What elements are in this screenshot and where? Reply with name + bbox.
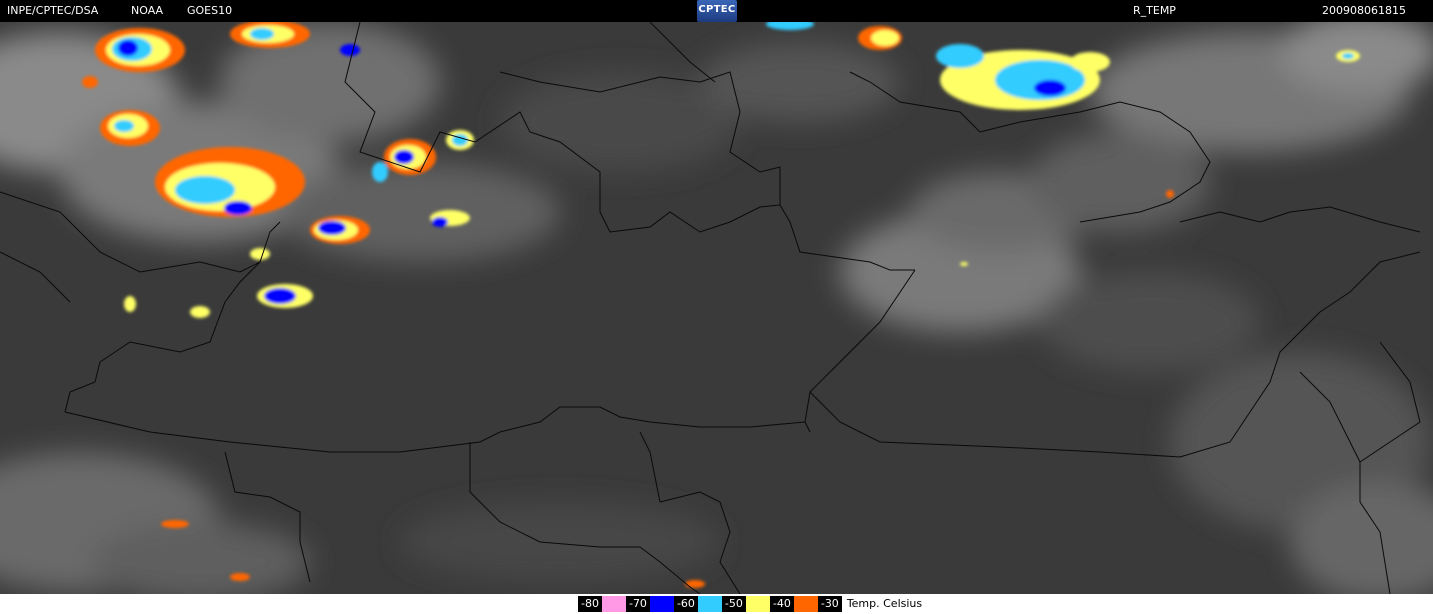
legend-bar: -80 -70 -60 -50 -40 -30 Temp. Celsius <box>0 594 1433 614</box>
cptec-logo: CPTEC <box>697 0 737 22</box>
timestamp-label: 200908061815 <box>1322 4 1406 17</box>
legend-swatch-cyan <box>697 596 722 612</box>
legend-label-minus80: -80 <box>578 596 602 612</box>
legend-label-minus30: -30 <box>817 596 842 612</box>
agency-label: NOAA <box>131 4 164 17</box>
legend-label-minus70: -70 <box>625 596 650 612</box>
logo-text: CPTEC <box>698 4 736 15</box>
legend-label-minus60: -60 <box>673 596 698 612</box>
satellite-image <box>0 22 1433 594</box>
legend-label-minus40: -40 <box>769 596 794 612</box>
image-header: INPE/CPTEC/DSA NOAA GOES10 CPTEC R_TEMP … <box>0 0 1433 22</box>
legend-swatch-blue <box>649 596 674 612</box>
legend-swatch-yellow <box>745 596 770 612</box>
satellite-map <box>0 22 1433 594</box>
satellite-label: GOES10 <box>187 4 233 17</box>
legend-label-minus50: -50 <box>721 596 746 612</box>
source-label: INPE/CPTEC/DSA <box>7 4 99 17</box>
legend-swatch-pink <box>601 596 626 612</box>
legend-swatch-orange <box>793 596 818 612</box>
temperature-legend: -80 -70 -60 -50 -40 -30 Temp. Celsius <box>578 596 922 612</box>
product-label: R_TEMP <box>1133 4 1176 17</box>
legend-unit-label: Temp. Celsius <box>846 597 923 610</box>
